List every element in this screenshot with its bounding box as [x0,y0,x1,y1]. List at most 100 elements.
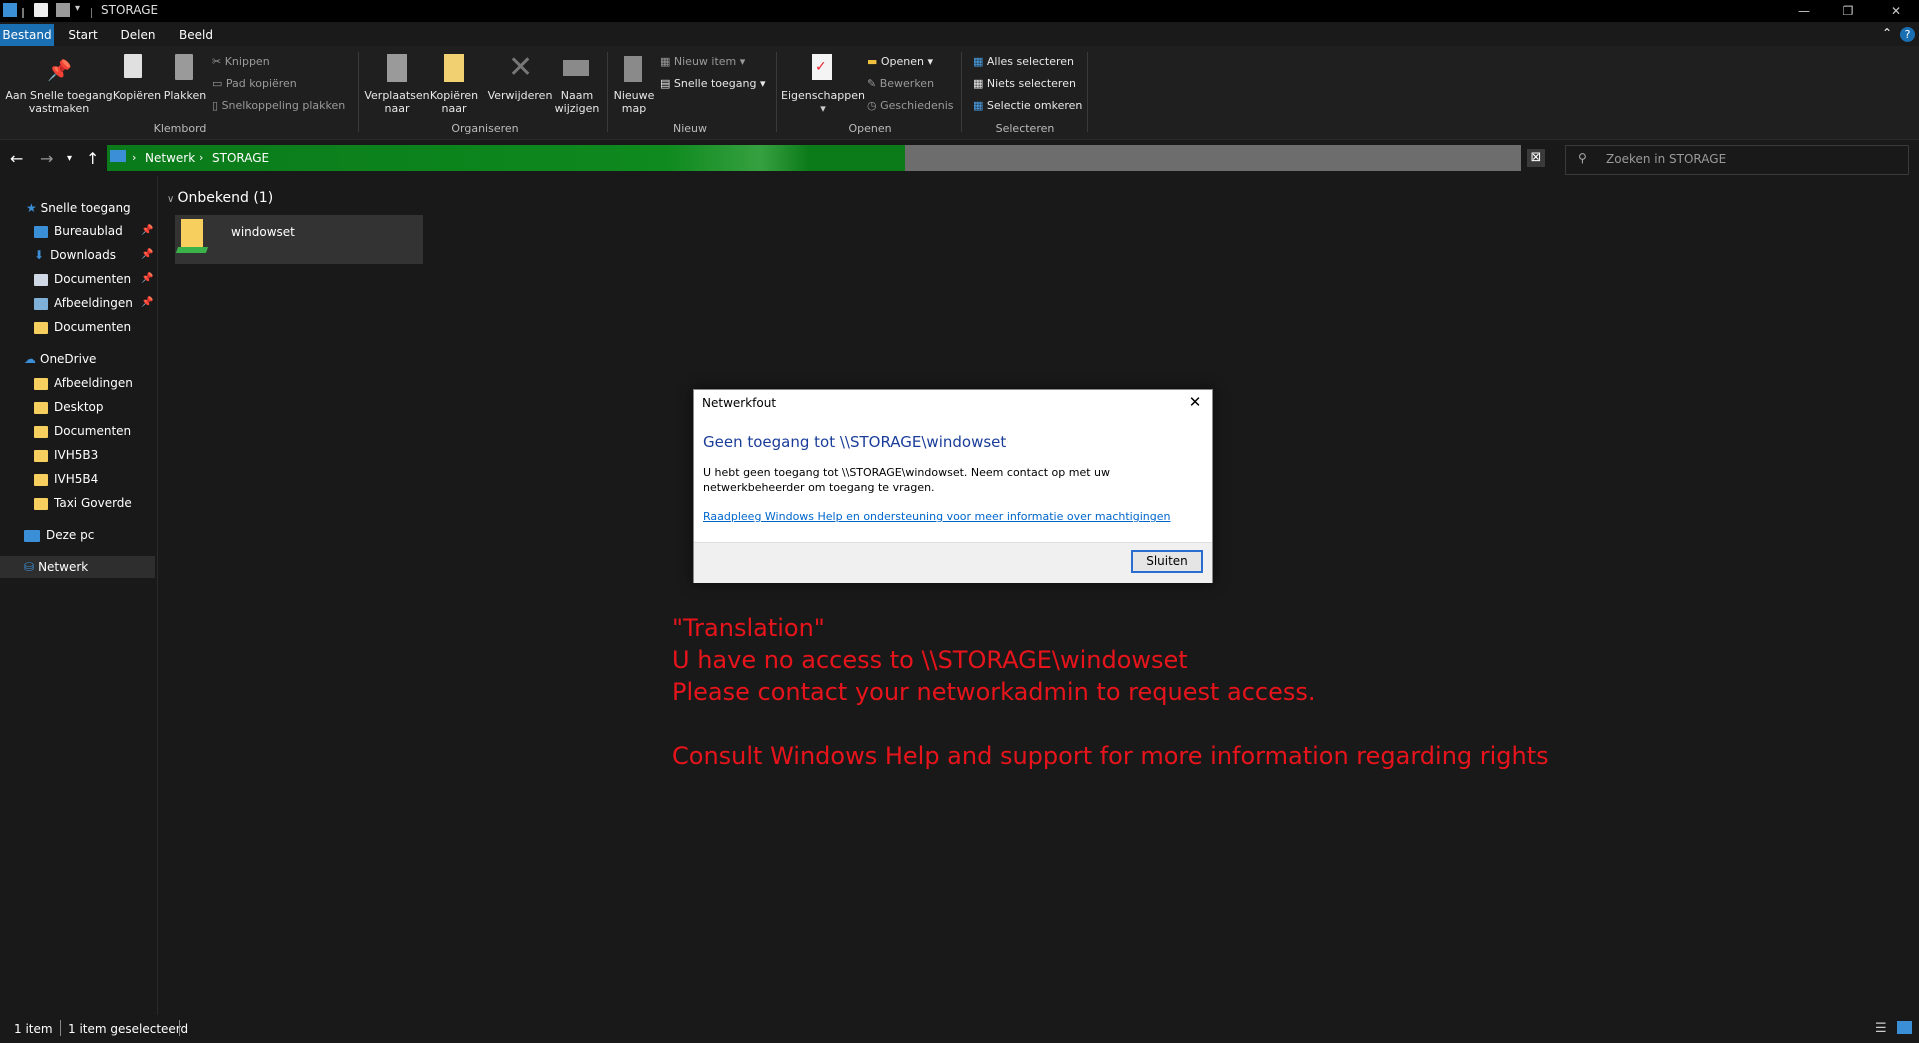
back-arrow-icon[interactable]: ← [10,149,23,168]
search-icon: ⚲ [1578,151,1587,165]
sidebar-item-network[interactable]: ⛁ Netwerk [0,556,155,578]
sidebar-item-ivh5b3[interactable]: IVH5B3 [34,444,98,466]
title-bar: ▾ STORAGE — ❐ ✕ [0,0,1919,22]
documents-icon [34,273,48,286]
close-button[interactable]: Sluiten [1131,550,1203,573]
new-folder-quick-icon[interactable] [56,3,70,17]
sidebar-item-label: Afbeeldingen [54,376,133,390]
sidebar-item-ivh5b4[interactable]: IVH5B4 [34,468,98,490]
history-button[interactable]: ◷ Geschiedenis [867,99,953,112]
up-arrow-icon[interactable]: ↑ [86,149,99,168]
breadcrumb-chevron-icon: › [199,151,204,164]
cloud-icon: ☁ [24,352,36,366]
sidebar-item-documenten-2[interactable]: Documenten [34,316,131,338]
selection-count: 1 item geselecteerd [68,1022,189,1036]
sidebar-item-taxi-goverde[interactable]: Taxi Goverde [34,492,132,514]
select-none-button[interactable]: ▦ Niets selecteren [973,77,1076,90]
delete-label: Verwijderen [487,89,553,102]
select-all-icon: ▦ [973,55,987,68]
maximize-button[interactable]: ❐ [1825,0,1871,22]
folder-icon [34,497,48,510]
sidebar-item-quick-access[interactable]: ★ Snelle toegang [26,197,131,219]
copy-path-icon: ▭ [212,77,226,90]
move-to-icon [387,54,407,82]
computer-icon [24,529,40,542]
properties-quick-icon[interactable] [34,3,48,17]
breadcrumb-storage[interactable]: STORAGE [212,151,269,165]
easy-access-icon: ▤ [660,77,674,90]
help-icon[interactable]: ? [1900,27,1915,42]
tab-start[interactable]: Start [62,24,104,47]
select-all-button[interactable]: ▦ Alles selecteren [973,55,1074,68]
invert-selection-button[interactable]: ▦ Selectie omkeren [973,99,1082,112]
help-link[interactable]: Raadpleeg Windows Help en ondersteuning … [703,510,1170,523]
sidebar-item-label: Downloads [50,248,116,262]
paste-icon [175,54,193,80]
tab-delen[interactable]: Delen [114,24,162,46]
minimize-button[interactable]: — [1781,0,1827,22]
recent-locations-chevron-icon[interactable]: ▾ [67,153,72,164]
sidebar-item-label: OneDrive [40,352,97,366]
open-button[interactable]: ▬ Openen ▾ [867,55,933,68]
copy-path-label: Pad kopiëren [225,77,297,90]
ribbon-separator [776,52,777,132]
ribbon-separator [961,52,962,132]
tab-bestand[interactable]: Bestand [0,24,54,46]
sidebar-item-onedrive-desktop[interactable]: Desktop [34,396,104,418]
sidebar-item-documenten[interactable]: Documenten [34,268,131,290]
edit-button[interactable]: ✎ Bewerken [867,77,934,90]
sidebar-item-onedrive[interactable]: ☁ OneDrive [24,348,96,370]
copy-to-label-2: naar [441,102,467,115]
copy-path-button[interactable]: ▭ Pad kopiëren [212,77,297,90]
paste-shortcut-label: Snelkoppeling plakken [221,99,346,112]
details-view-icon[interactable]: ☰ [1875,1021,1887,1036]
dialog-heading: Geen toegang tot \\STORAGE\windowset [703,433,1007,451]
sidebar-item-label: Afbeeldingen [54,296,133,310]
sidebar-item-onedrive-documenten[interactable]: Documenten [34,420,131,442]
translation-line-1: U have no access to \\STORAGE\windowset [672,646,1188,674]
select-none-label: Niets selecteren [986,77,1076,90]
close-icon[interactable]: ✕ [1184,392,1206,412]
new-item-label: Nieuw item [673,55,737,68]
folder-icon [34,449,48,462]
tab-beeld[interactable]: Beeld [172,24,220,46]
separator [91,8,92,18]
group-header[interactable]: ∨ Onbekend (1) [167,190,273,206]
sidebar-item-afbeeldingen[interactable]: Afbeeldingen [34,292,133,314]
paste-shortcut-button[interactable]: ▯ Snelkoppeling plakken [212,99,345,112]
sidebar-item-label: Desktop [54,400,104,414]
status-bar: 1 item 1 item geselecteerd ☰ [0,1015,1919,1043]
forward-arrow-icon[interactable]: → [40,149,53,168]
explorer-icon[interactable] [3,3,17,17]
easy-access-button[interactable]: ▤ Snelle toegang ▾ [660,77,766,90]
close-window-button[interactable]: ✕ [1873,0,1919,22]
search-input[interactable]: Zoeken in STORAGE [1606,152,1726,166]
group-label-openen: Openen [848,122,892,135]
sidebar-item-label: Taxi Goverde [54,496,132,510]
customize-quick-access-icon[interactable]: ▾ [75,3,85,17]
stop-loading-icon[interactable]: ⊠ [1527,149,1545,167]
move-to-label: Verplaatsen [364,89,430,102]
cut-button[interactable]: ✂ Knippen [212,55,270,68]
sidebar-item-bureaublad[interactable]: Bureaublad [34,220,123,242]
pin-icon: 📌 [47,58,72,82]
sidebar-item-this-pc[interactable]: Deze pc [24,524,94,546]
file-item-windowset[interactable]: windowset [175,215,423,264]
large-icons-view-icon[interactable] [1897,1021,1912,1034]
search-box[interactable]: ⚲ Zoeken in STORAGE [1565,145,1909,175]
invert-selection-label: Selectie omkeren [986,99,1083,112]
sidebar-item-onedrive-afbeeldingen[interactable]: Afbeeldingen [34,372,133,394]
collapse-ribbon-icon[interactable]: ⌃ [1882,26,1892,40]
dialog-message: U hebt geen toegang tot \\STORAGE\window… [703,466,1111,494]
properties-icon: ✓ [812,54,832,80]
history-label: Geschiedenis [880,99,954,112]
sidebar-item-downloads[interactable]: ⬇ Downloads [34,244,116,266]
network-icon: ⛁ [24,560,35,574]
copy-to-icon [444,54,464,82]
paste-label: Plakken [163,89,207,102]
new-item-button[interactable]: ▦ Nieuw item ▾ [660,55,745,68]
folder-icon [34,321,48,334]
pin-icon: 📌 [141,249,154,260]
breadcrumb-netwerk[interactable]: Netwerk [145,151,195,165]
cut-label: Knippen [224,55,270,68]
